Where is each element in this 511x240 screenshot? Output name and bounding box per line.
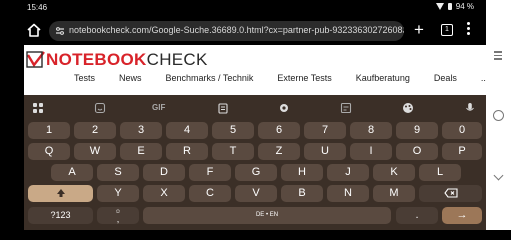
backspace-icon [443,188,458,198]
key-x[interactable]: X [143,185,185,202]
mic-icon[interactable] [464,102,476,114]
site-nav: Tests News Benchmarks / Technik Externe … [24,69,488,87]
backspace-key[interactable] [419,185,482,202]
sticker-icon[interactable] [94,102,106,114]
settings-icon[interactable] [278,102,290,114]
apps-icon[interactable] [32,102,44,114]
symbols-key[interactable]: ?123 [28,207,93,224]
key-s[interactable]: S [97,164,139,181]
emoji-comma-key[interactable]: ☺ , [97,207,139,224]
clipboard-icon[interactable] [217,102,229,114]
key-t[interactable]: T [212,143,254,160]
gif-icon[interactable]: GIF [152,102,168,114]
tab-switcher-button[interactable]: 1 [441,24,453,36]
keyboard-toolbar: GIF [24,99,486,117]
key-1[interactable]: 1 [28,122,70,139]
key-8[interactable]: 8 [350,122,392,139]
nav-deals[interactable]: Deals [434,73,457,83]
nav-news[interactable]: News [119,73,142,83]
comma-label: , [116,214,120,224]
palette-icon[interactable] [402,102,414,114]
browser-screen: 15:46 94 % notebookcheck.com/Google-Such… [0,0,488,230]
key-7[interactable]: 7 [304,122,346,139]
shift-key[interactable] [28,185,93,202]
back-nav-icon[interactable] [493,170,504,181]
key-a[interactable]: A [51,164,93,181]
key-k[interactable]: K [373,164,415,181]
key-9[interactable]: 9 [396,122,438,139]
nav-kaufberatung[interactable]: Kaufberatung [356,73,410,83]
address-bar[interactable]: notebookcheck.com/Google-Suche.36689.0.h… [49,21,404,41]
key-5[interactable]: 5 [212,122,254,139]
logo-text-notebook: NOTEBOOK [46,50,147,69]
key-i[interactable]: I [350,143,392,160]
status-icons: 94 % [435,2,474,11]
key-f[interactable]: F [189,164,231,181]
logo-text-check: CHECK [146,50,208,69]
key-h[interactable]: H [281,164,323,181]
key-y[interactable]: Y [97,185,139,202]
key-c[interactable]: C [189,185,231,202]
period-key[interactable]: . [396,207,438,224]
key-e[interactable]: E [120,143,162,160]
url-text: notebookcheck.com/Google-Suche.36689.0.h… [69,25,404,35]
key-3[interactable]: 3 [120,122,162,139]
key-m[interactable]: M [373,185,415,202]
browser-toolbar: notebookcheck.com/Google-Suche.36689.0.h… [0,17,486,44]
new-tab-icon[interactable]: + [412,20,426,40]
home-nav-icon[interactable] [493,110,504,121]
key-g[interactable]: G [235,164,277,181]
nav-tests[interactable]: Tests [74,73,95,83]
space-key[interactable]: DE • EN [143,207,391,224]
key-r[interactable]: R [166,143,208,160]
site-settings-icon[interactable] [55,26,65,36]
key-w[interactable]: W [74,143,116,160]
key-u[interactable]: U [304,143,346,160]
key-4[interactable]: 4 [166,122,208,139]
battery-level: 94 % [455,2,474,11]
key-d[interactable]: D [143,164,185,181]
key-j[interactable]: J [327,164,369,181]
enter-key[interactable]: → [442,207,482,224]
key-2[interactable]: 2 [74,122,116,139]
key-0[interactable]: 0 [442,122,482,139]
shift-icon [56,189,65,197]
nav-externe-tests[interactable]: Externe Tests [277,73,331,83]
key-l[interactable]: L [419,164,461,181]
on-screen-keyboard: GIF 1 2 3 4 5 6 7 8 9 0 Q W E R T Z U I … [24,95,486,230]
recents-icon[interactable] [494,51,502,60]
battery-icon [447,3,452,10]
more-menu-icon[interactable] [465,22,471,38]
web-page: NOTEBOOKCHECK Tests News Benchmarks / Te… [24,45,488,97]
status-bar: 15:46 94 % [0,0,486,15]
translate-icon[interactable] [340,102,352,114]
checkmark-logo-icon [26,51,45,68]
key-q[interactable]: Q [28,143,70,160]
key-v[interactable]: V [235,185,277,202]
key-b[interactable]: B [281,185,323,202]
wifi-icon [435,3,444,10]
status-time: 15:46 [27,3,48,12]
home-icon[interactable] [25,21,43,39]
key-z[interactable]: Z [258,143,300,160]
key-p[interactable]: P [442,143,482,160]
system-nav-bar [486,0,511,230]
key-6[interactable]: 6 [258,122,300,139]
key-n[interactable]: N [327,185,369,202]
nav-benchmarks[interactable]: Benchmarks / Technik [166,73,254,83]
key-o[interactable]: O [396,143,438,160]
